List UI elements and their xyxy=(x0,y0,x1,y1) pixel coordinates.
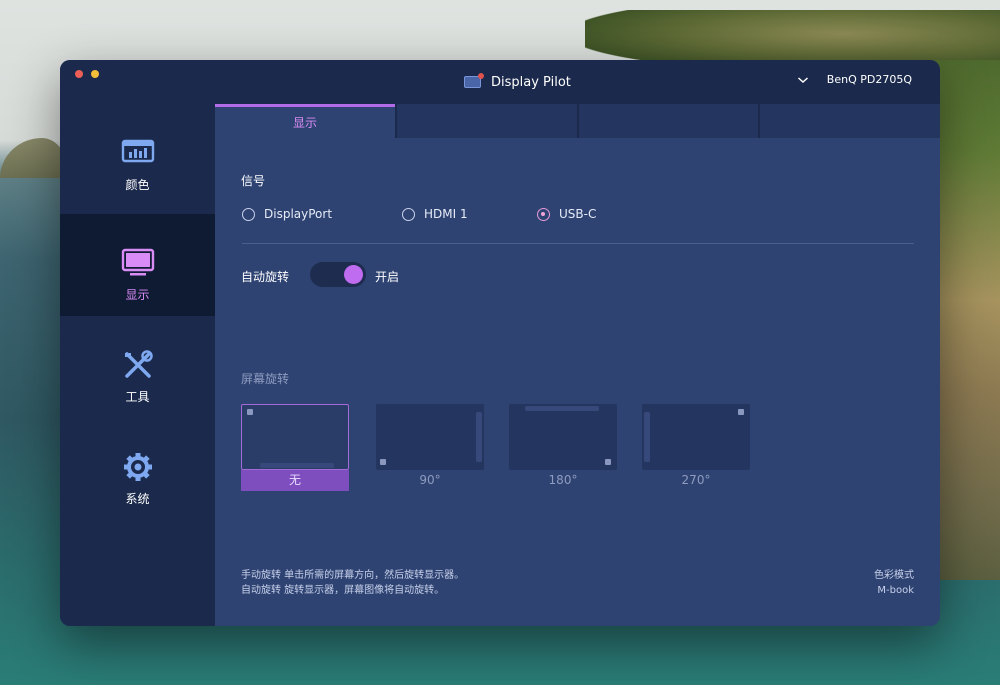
rotation-caption-270: 270° xyxy=(681,473,711,487)
signal-radio-hdmi1[interactable]: HDMI 1 xyxy=(402,207,537,221)
sidebar: 颜色 显示 工具 系统 xyxy=(60,104,215,626)
monitor-icon xyxy=(121,248,154,276)
corner-dot xyxy=(605,459,611,465)
radio-circle xyxy=(402,207,415,221)
help-line-auto: 自动旋转 旋转显示器，屏幕图像将自动旋转。 xyxy=(241,585,445,596)
rotation-caption-180: 180° xyxy=(548,473,578,487)
rotation-caption-none: 无 xyxy=(241,470,349,491)
rotation-option-none[interactable] xyxy=(241,404,349,470)
corner-dot xyxy=(738,409,744,415)
radio-label: DisplayPort xyxy=(264,207,333,221)
sidebar-item-label: 系统 xyxy=(125,492,150,506)
tab-4[interactable] xyxy=(760,104,940,138)
gear-icon xyxy=(123,453,152,481)
tools-icon xyxy=(124,350,153,378)
auto-rotate-state: 开启 xyxy=(375,270,400,284)
sidebar-item-tools[interactable]: 工具 xyxy=(60,316,215,418)
radio-circle xyxy=(537,207,550,221)
color-mode-label: 色彩模式 xyxy=(874,570,914,581)
auto-rotate-label: 自动旋转 xyxy=(241,270,290,284)
rotation-option-180[interactable] xyxy=(509,404,617,470)
sidebar-item-display[interactable]: 显示 xyxy=(60,214,215,316)
signal-radio-usbc[interactable]: USB-C xyxy=(537,207,596,221)
color-mode-value: M-book xyxy=(877,585,914,596)
app-title-group: Display Pilot xyxy=(464,72,571,92)
tab-3[interactable] xyxy=(579,104,758,138)
toggle-knob xyxy=(344,265,363,284)
display-settings-panel: 信号 DisplayPort HDMI 1 USB-C 自动旋转 开启 屏幕旋转 xyxy=(215,138,940,626)
app-title: Display Pilot xyxy=(491,74,571,90)
tab-2[interactable] xyxy=(397,104,577,138)
section-divider xyxy=(242,243,914,244)
rotation-option-270[interactable] xyxy=(642,404,750,470)
taskbar-indicator xyxy=(476,412,482,462)
sidebar-item-system[interactable]: 系统 xyxy=(60,418,215,520)
desktop-cliff xyxy=(935,60,1000,580)
monitor-selector[interactable]: BenQ PD2705Q xyxy=(797,73,912,86)
help-line-manual: 手动旋转 单击所需的屏幕方向，然后旋转显示器。 xyxy=(241,570,465,581)
signal-radio-displayport[interactable]: DisplayPort xyxy=(242,207,402,221)
auto-rotate-toggle[interactable] xyxy=(310,262,366,287)
sidebar-item-label: 工具 xyxy=(125,390,150,404)
sidebar-item-label: 颜色 xyxy=(125,178,150,192)
taskbar-indicator xyxy=(260,463,334,468)
rotation-caption-90: 90° xyxy=(419,473,441,487)
signal-title: 信号 xyxy=(241,174,266,188)
radio-circle xyxy=(242,207,255,221)
color-chart-icon xyxy=(121,139,154,163)
sidebar-item-label: 显示 xyxy=(125,288,150,302)
corner-dot xyxy=(380,459,386,465)
radio-label: USB-C xyxy=(559,207,597,221)
display-pilot-window: Display Pilot BenQ PD2705Q 颜色 显示 工具 系统 显… xyxy=(60,60,940,626)
tab-display[interactable]: 显示 xyxy=(215,104,395,138)
taskbar-indicator xyxy=(525,406,599,411)
display-pilot-app-icon xyxy=(464,73,484,88)
tab-bar: 显示 xyxy=(215,104,940,138)
corner-dot xyxy=(247,409,253,415)
sidebar-item-color[interactable]: 颜色 xyxy=(60,104,215,206)
close-window-button[interactable] xyxy=(75,70,83,78)
screen-rotation-title: 屏幕旋转 xyxy=(241,372,290,386)
minimize-window-button[interactable] xyxy=(91,70,99,78)
signal-radio-group: DisplayPort HDMI 1 USB-C xyxy=(242,207,596,221)
taskbar-indicator xyxy=(644,412,650,462)
rotation-option-90[interactable] xyxy=(376,404,484,470)
title-bar: Display Pilot BenQ PD2705Q xyxy=(60,60,940,104)
monitor-name: BenQ PD2705Q xyxy=(826,73,912,86)
chevron-down-icon xyxy=(797,76,808,83)
radio-label: HDMI 1 xyxy=(424,207,468,221)
help-text: 手动旋转 单击所需的屏幕方向，然后旋转显示器。 自动旋转 旋转显示器，屏幕图像将… xyxy=(241,568,464,598)
color-mode-indicator: 色彩模式 M-book xyxy=(874,568,914,598)
